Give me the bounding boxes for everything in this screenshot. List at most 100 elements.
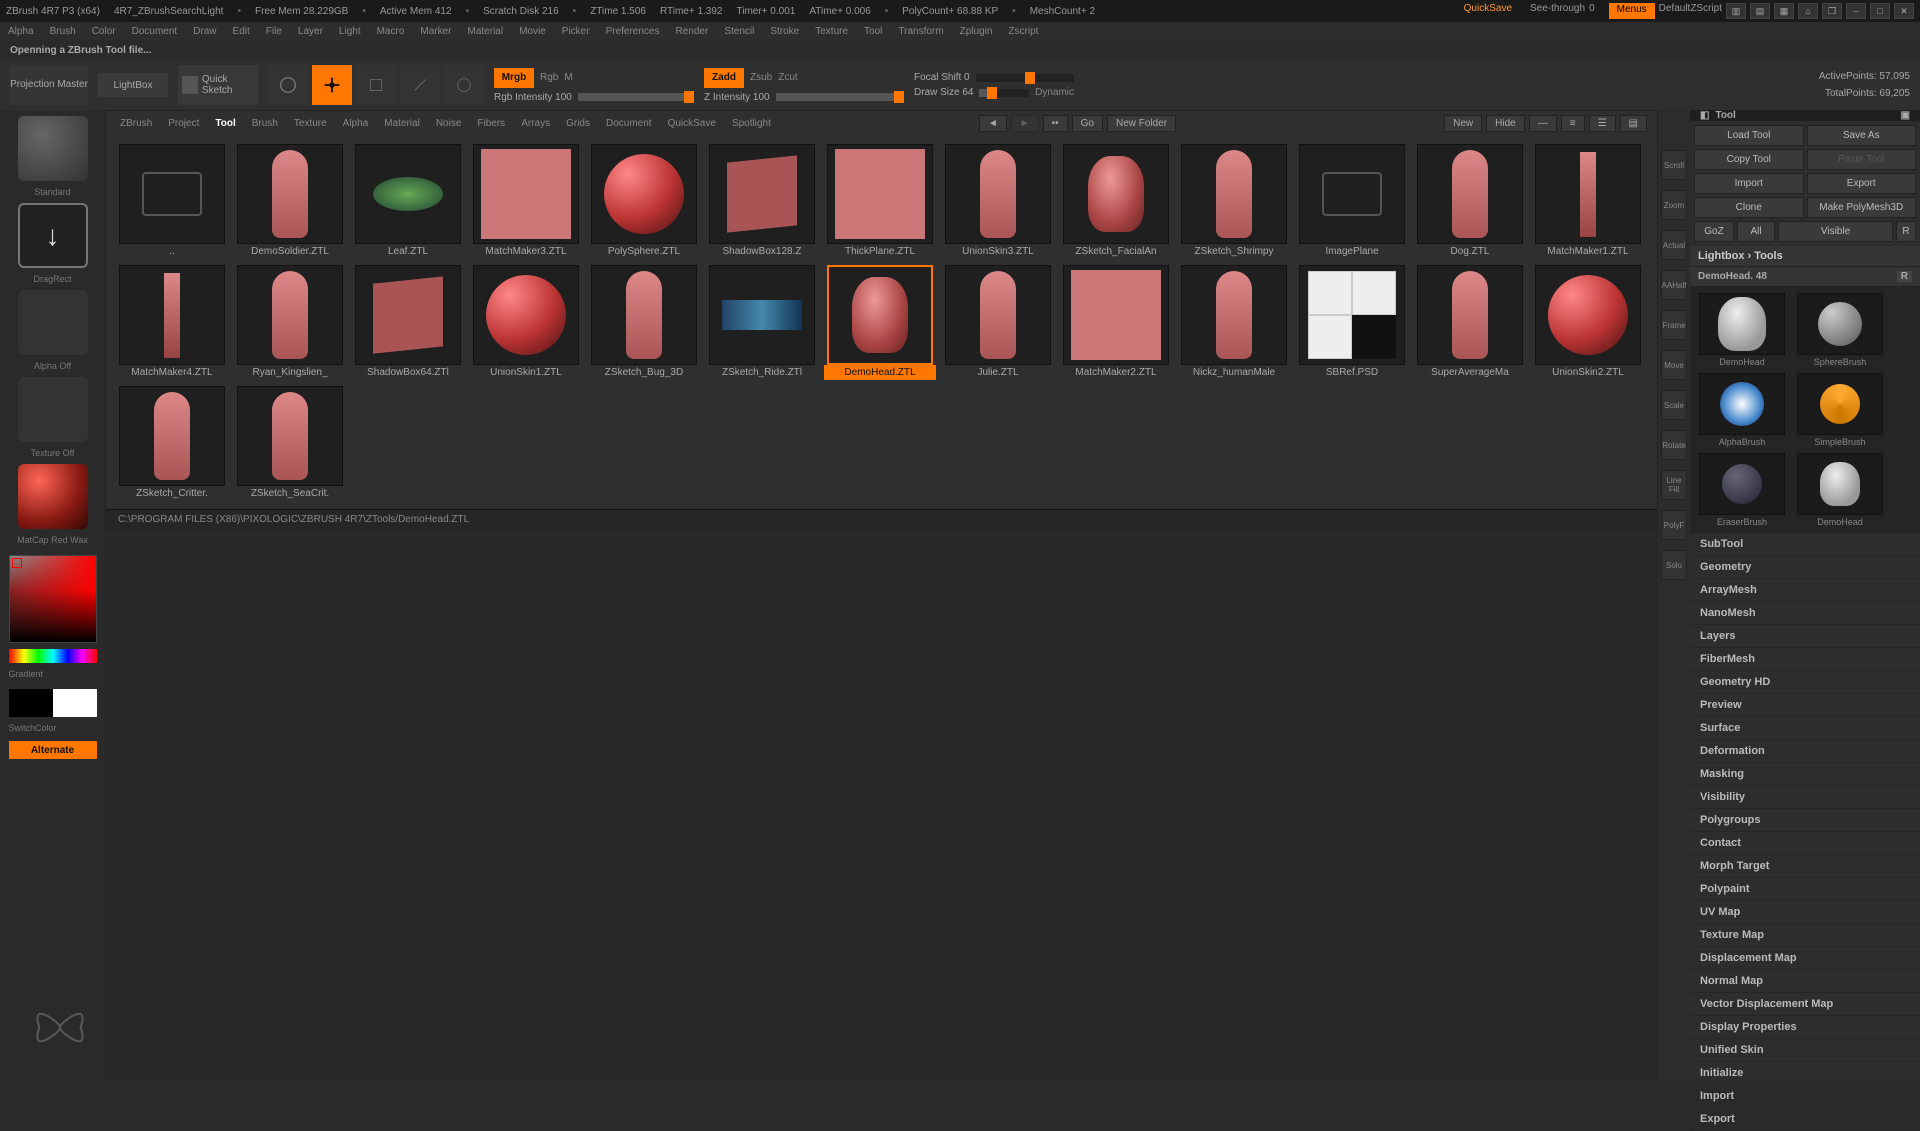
ribbon-line-fill[interactable]: Line Fill (1661, 470, 1687, 500)
goz-all-button[interactable]: All (1737, 221, 1775, 242)
menu-color[interactable]: Color (92, 26, 116, 37)
minimize-icon[interactable]: – (1846, 3, 1866, 19)
lightbox-item[interactable]: DemoHead.ZTL (824, 265, 936, 380)
nav-up-button[interactable]: •• (1043, 115, 1068, 132)
ribbon-scale[interactable]: Scale (1661, 390, 1687, 420)
view-large-icon[interactable]: ☰ (1589, 115, 1616, 132)
ribbon-polyf[interactable]: PolyF (1661, 510, 1687, 540)
tab-noise[interactable]: Noise (432, 116, 466, 131)
load-tool-button[interactable]: Load Tool (1694, 125, 1804, 146)
switch-color[interactable]: SwitchColor (9, 723, 97, 733)
menu-zplugin[interactable]: Zplugin (960, 26, 993, 37)
active-tool-name[interactable]: DemoHead. 48R (1690, 267, 1920, 287)
mrgb-button[interactable]: Mrgb (494, 68, 534, 88)
panel-uv-map[interactable]: UV Map (1690, 901, 1920, 924)
lightbox-item[interactable]: DemoSoldier.ZTL (234, 144, 346, 259)
lightbox-item[interactable]: ImagePlane (1296, 144, 1408, 259)
nav-fwd-button[interactable]: ► (1011, 115, 1039, 132)
tab-alpha[interactable]: Alpha (339, 116, 373, 131)
ribbon-zoom[interactable]: Zoom (1661, 190, 1687, 220)
scale-mode-button[interactable] (400, 65, 440, 105)
menu-preferences[interactable]: Preferences (606, 26, 660, 37)
maximize-icon[interactable]: □ (1870, 3, 1890, 19)
menu-draw[interactable]: Draw (193, 26, 216, 37)
brush-swatch[interactable] (18, 116, 88, 181)
layout-icon-1[interactable]: ▥ (1726, 3, 1746, 19)
ribbon-move[interactable]: Move (1661, 350, 1687, 380)
lightbox-item[interactable]: PolySphere.ZTL (588, 144, 700, 259)
close-icon[interactable]: ✕ (1894, 3, 1914, 19)
panel-texture-map[interactable]: Texture Map (1690, 924, 1920, 947)
menu-transform[interactable]: Transform (898, 26, 943, 37)
view-list-icon[interactable]: ▤ (1620, 115, 1647, 132)
default-script[interactable]: DefaultZScript (1659, 3, 1722, 19)
panel-vector-displacement-map[interactable]: Vector Displacement Map (1690, 993, 1920, 1016)
panel-fibermesh[interactable]: FiberMesh (1690, 648, 1920, 671)
tab-quicksave[interactable]: QuickSave (664, 116, 720, 131)
panel-geometry[interactable]: Geometry (1690, 556, 1920, 579)
menu-render[interactable]: Render (676, 26, 709, 37)
menu-zscript[interactable]: Zscript (1008, 26, 1038, 37)
lightbox-item[interactable]: MatchMaker3.ZTL (470, 144, 582, 259)
home-icon[interactable]: ⌂ (1798, 3, 1818, 19)
lightbox-item[interactable]: UnionSkin2.ZTL (1532, 265, 1644, 380)
gradient-label[interactable]: Gradient (9, 669, 97, 679)
menus-toggle[interactable]: Menus (1609, 3, 1655, 19)
panel-import[interactable]: Import (1690, 1085, 1920, 1108)
lightbox-item[interactable]: ZSketch_Shrimpy (1178, 144, 1290, 259)
lightbox-button[interactable]: LightBox (98, 73, 168, 97)
zsub-button[interactable]: Zsub (750, 72, 772, 83)
panel-nanomesh[interactable]: NanoMesh (1690, 602, 1920, 625)
go-button[interactable]: Go (1072, 115, 1103, 132)
export-button[interactable]: Export (1807, 173, 1917, 194)
tab-tool[interactable]: Tool (211, 116, 239, 131)
make-polymesh-button[interactable]: Make PolyMesh3D (1807, 197, 1917, 218)
m-button[interactable]: M (564, 72, 572, 83)
tab-document[interactable]: Document (602, 116, 656, 131)
tab-arrays[interactable]: Arrays (517, 116, 554, 131)
menu-movie[interactable]: Movie (519, 26, 546, 37)
layout-icon-3[interactable]: ▦ (1774, 3, 1794, 19)
color-swatches[interactable] (9, 689, 97, 717)
lightbox-item[interactable]: MatchMaker4.ZTL (116, 265, 228, 380)
move-mode-button[interactable] (356, 65, 396, 105)
quick-sketch-button[interactable]: Quick Sketch (178, 65, 258, 105)
panel-preview[interactable]: Preview (1690, 694, 1920, 717)
view-med-icon[interactable]: ≡ (1561, 115, 1585, 132)
new-folder-button[interactable]: New Folder (1107, 115, 1176, 132)
tool-header[interactable]: ◧Tool▣ (1690, 110, 1920, 121)
lightbox-item[interactable]: ShadowBox128.Z (706, 144, 818, 259)
lightbox-item[interactable]: UnionSkin3.ZTL (942, 144, 1054, 259)
lightbox-item[interactable]: ZSketch_FacialAn (1060, 144, 1172, 259)
save-as-button[interactable]: Save As (1807, 125, 1917, 146)
hide-button[interactable]: Hide (1486, 115, 1525, 132)
menu-macro[interactable]: Macro (377, 26, 405, 37)
panel-geometry-hd[interactable]: Geometry HD (1690, 671, 1920, 694)
lightbox-item[interactable]: ZSketch_SeaCrit. (234, 386, 346, 501)
tab-grids[interactable]: Grids (562, 116, 594, 131)
quicksave-button[interactable]: QuickSave (1464, 3, 1512, 19)
tab-brush[interactable]: Brush (248, 116, 282, 131)
lightbox-tools-header[interactable]: Lightbox › Tools (1690, 246, 1920, 267)
lightbox-item[interactable]: ZSketch_Bug_3D (588, 265, 700, 380)
ribbon-frame[interactable]: Frame (1661, 310, 1687, 340)
panel-displacement-map[interactable]: Displacement Map (1690, 947, 1920, 970)
panel-visibility[interactable]: Visibility (1690, 786, 1920, 809)
z-intensity-slider[interactable] (776, 93, 904, 101)
rgb-button[interactable]: Rgb (540, 72, 558, 83)
ribbon-aahalf[interactable]: AAHalf (1661, 270, 1687, 300)
lightbox-item[interactable]: ZSketch_Critter. (116, 386, 228, 501)
panel-display-properties[interactable]: Display Properties (1690, 1016, 1920, 1039)
float-icon[interactable]: ❐ (1822, 3, 1842, 19)
projection-master-button[interactable]: Projection Master (10, 65, 88, 105)
focal-shift-slider[interactable] (976, 74, 1074, 82)
menu-file[interactable]: File (266, 26, 282, 37)
tool-thumb[interactable]: SphereBrush (1794, 293, 1886, 367)
rgb-intensity-slider[interactable] (578, 93, 694, 101)
tool-thumb[interactable]: SimpleBrush (1794, 373, 1886, 447)
lightbox-item[interactable]: UnionSkin1.ZTL (470, 265, 582, 380)
tool-thumb[interactable]: DemoHead (1696, 293, 1788, 367)
draw-size-slider[interactable] (979, 89, 1029, 97)
lightbox-item[interactable]: SuperAverageMa (1414, 265, 1526, 380)
zcut-button[interactable]: Zcut (778, 72, 797, 83)
